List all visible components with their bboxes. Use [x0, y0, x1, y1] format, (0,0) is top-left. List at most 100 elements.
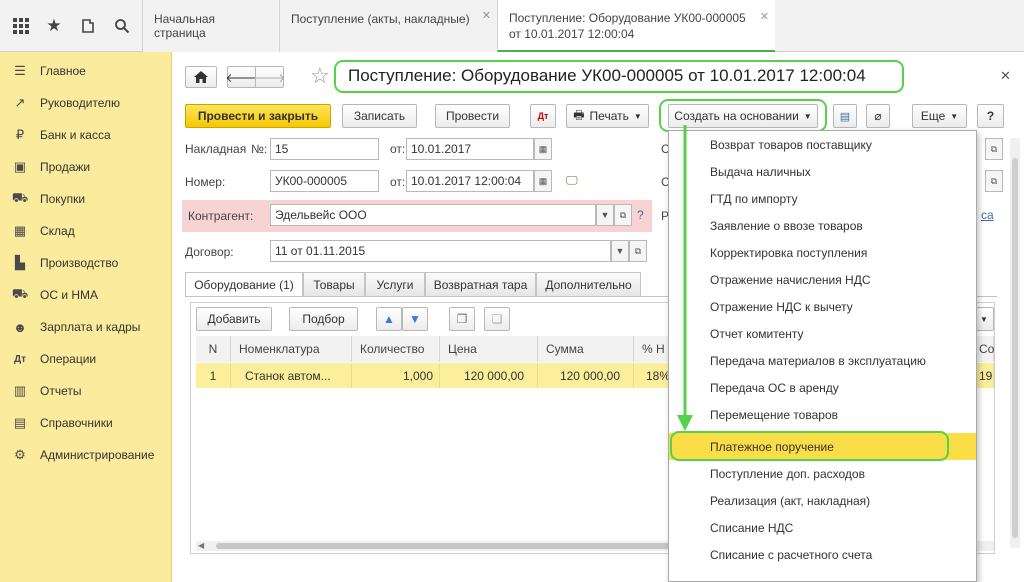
menu-item-goods-transfer[interactable]: Перемещение товаров	[669, 401, 976, 428]
sidebar-item-manager[interactable]: ↗ Руководителю	[0, 91, 172, 115]
document-button[interactable]: ▤	[833, 104, 857, 128]
monitor-check-icon[interactable]: 🖵	[566, 173, 578, 188]
move-up-button[interactable]: ▲	[376, 307, 402, 331]
sidebar-item-label: Главное	[40, 64, 86, 78]
sidebar-item-warehouse[interactable]: ▦ Склад	[0, 219, 172, 243]
sidebar-item-payroll[interactable]: ☻ Зарплата и кадры	[0, 315, 172, 339]
open-icon[interactable]: ⧉	[614, 204, 632, 226]
table-more-dropdown[interactable]: ▼	[974, 307, 994, 331]
attach-button[interactable]: ⌀	[866, 104, 890, 128]
back-button[interactable]: 🡐	[225, 66, 258, 88]
factory-icon: ▙	[15, 255, 25, 270]
number-field[interactable]: УК00-000005	[270, 170, 379, 192]
invoice-number-field[interactable]: 15	[270, 138, 379, 160]
menu-item-account-writeoff[interactable]: Списание с расчетного счета	[669, 541, 976, 568]
menu-item-materials-transfer[interactable]: Передача материалов в эксплуатацию	[669, 347, 976, 374]
chevron-down-icon[interactable]: ▼	[611, 240, 629, 262]
guide-arrow-icon	[677, 125, 693, 431]
menu-item-vat-deduction[interactable]: Отражение НДС к вычету	[669, 293, 976, 320]
tab-services[interactable]: Услуги	[365, 272, 425, 296]
post-button[interactable]: Провести	[435, 104, 510, 128]
menu-item-vat-accrual[interactable]: Отражение начисления НДС	[669, 266, 976, 293]
copy-row-button[interactable]: ❐	[449, 307, 475, 331]
menu-item-asset-lease[interactable]: Передача ОС в аренду	[669, 374, 976, 401]
sidebar-item-main[interactable]: ☰ Главное	[0, 59, 172, 83]
select-button[interactable]: Подбор	[289, 307, 358, 331]
sidebar-item-catalogs[interactable]: ▤ Справочники	[0, 411, 172, 435]
scroll-left-icon[interactable]: ◀	[198, 541, 204, 550]
tab-label-line2: от 10.01.2017 12:00:04	[509, 27, 635, 41]
help-link[interactable]: ?	[637, 208, 644, 222]
sidebar-item-fixed-assets[interactable]: ⛟ ОС и НМА	[0, 283, 172, 307]
sidebar-item-reports[interactable]: ▥ Отчеты	[0, 379, 172, 403]
dtkt-icon: Дт	[537, 111, 549, 121]
tab-goods[interactable]: Товары	[303, 272, 365, 296]
column-header-sum[interactable]: Сумма	[538, 336, 634, 362]
tab-equipment[interactable]: Оборудование (1)	[185, 272, 303, 297]
menu-item-committent-report[interactable]: Отчет комитенту	[669, 320, 976, 347]
help-button[interactable]: ?	[977, 104, 1004, 128]
payment-order-highlight	[670, 431, 949, 461]
move-down-button[interactable]: ▼	[402, 307, 428, 331]
counterparty-field[interactable]: Эдельвейс ООО	[270, 204, 596, 226]
save-button[interactable]: Записать	[342, 104, 417, 128]
column-header-price[interactable]: Цена	[440, 336, 538, 362]
tab-home[interactable]: Начальная страница	[142, 0, 279, 52]
menu-item-import-declaration[interactable]: Заявление о ввозе товаров	[669, 212, 976, 239]
post-and-close-button[interactable]: Провести и закрыть	[185, 104, 331, 128]
close-icon[interactable]: ✕	[760, 9, 769, 25]
column-header-n[interactable]: N	[196, 336, 231, 362]
menu-item-vat-writeoff[interactable]: Списание НДС	[669, 514, 976, 541]
invoice-date-field[interactable]: 10.01.2017	[406, 138, 534, 160]
debit-credit-button[interactable]: Дт	[530, 104, 556, 128]
doc-date-field[interactable]: 10.01.2017 12:00:04	[406, 170, 534, 192]
open-icon[interactable]: ⧉	[985, 170, 1003, 192]
history-icon[interactable]	[76, 14, 100, 38]
favorite-star-icon[interactable]: ☆	[310, 63, 330, 89]
menu-item-receipt-correction[interactable]: Корректировка поступления	[669, 239, 976, 266]
sidebar-item-purchases[interactable]: ⛟ Покупки	[0, 187, 172, 211]
close-icon[interactable]: ✕	[482, 9, 491, 22]
contract-field[interactable]: 11 от 01.11.2015	[270, 240, 611, 262]
sidebar-item-admin[interactable]: ⚙ Администрирование	[0, 443, 172, 467]
star-icon[interactable]: ★	[42, 14, 66, 38]
sidebar: ☰ Главное ↗ Руководителю ₽ Банк и касса ▣ Пр…	[0, 52, 172, 582]
menu-item-return-to-supplier[interactable]: Возврат товаров поставщику	[669, 131, 976, 158]
calendar-icon[interactable]: ▦	[534, 138, 552, 160]
sidebar-item-sales[interactable]: ▣ Продажи	[0, 155, 172, 179]
menu-item-customs-import[interactable]: ГТД по импорту	[669, 185, 976, 212]
forward-button[interactable]: 🡒	[253, 66, 286, 88]
add-row-button[interactable]: Добавить	[196, 307, 272, 331]
menu-item-sales[interactable]: Реализация (акт, накладная)	[669, 487, 976, 514]
menu-item-additional-expenses[interactable]: Поступление доп. расходов	[669, 460, 976, 487]
ruble-icon: ₽	[15, 127, 25, 142]
chevron-down-icon[interactable]: ▼	[596, 204, 614, 226]
calendar-icon[interactable]: ▦	[534, 170, 552, 192]
grid-icon[interactable]	[9, 14, 33, 38]
column-header-qty[interactable]: Количество	[352, 336, 440, 362]
column-header-partial[interactable]: Co	[977, 336, 994, 362]
print-button[interactable]: 🖶 Печать ▼	[566, 104, 649, 128]
scrollbar-thumb[interactable]	[216, 543, 716, 549]
sidebar-item-label: Покупки	[40, 192, 86, 206]
tab-returnable-packaging[interactable]: Возвратная тара	[425, 272, 536, 296]
sidebar-item-bank[interactable]: ₽ Банк и касса	[0, 123, 172, 147]
tab-additional[interactable]: Дополнительно	[536, 272, 641, 296]
vertical-scrollbar-thumb[interactable]	[1012, 158, 1018, 538]
home-button[interactable]	[185, 66, 217, 88]
cell-n: 1	[196, 363, 231, 388]
sidebar-item-production[interactable]: ▙ Производство	[0, 251, 172, 275]
chevron-down-icon: ▼	[950, 111, 959, 121]
search-icon[interactable]	[110, 14, 134, 38]
partial-link[interactable]: са	[981, 208, 994, 222]
open-icon[interactable]: ⧉	[985, 138, 1003, 160]
sidebar-item-operations[interactable]: Дт Операции	[0, 347, 172, 371]
more-button[interactable]: Еще ▼	[912, 104, 967, 128]
open-icon[interactable]: ⧉	[629, 240, 647, 262]
column-header-item[interactable]: Номенклатура	[231, 336, 352, 362]
menu-item-cash-out[interactable]: Выдача наличных	[669, 158, 976, 185]
paste-row-button[interactable]: ❏	[484, 307, 510, 331]
tab-current-document[interactable]: Поступление: Оборудование УК00-000005 от…	[497, 0, 775, 52]
close-form-icon[interactable]: ✕	[1000, 68, 1011, 84]
tab-receipts-list[interactable]: Поступление (акты, накладные) ✕	[279, 0, 497, 52]
